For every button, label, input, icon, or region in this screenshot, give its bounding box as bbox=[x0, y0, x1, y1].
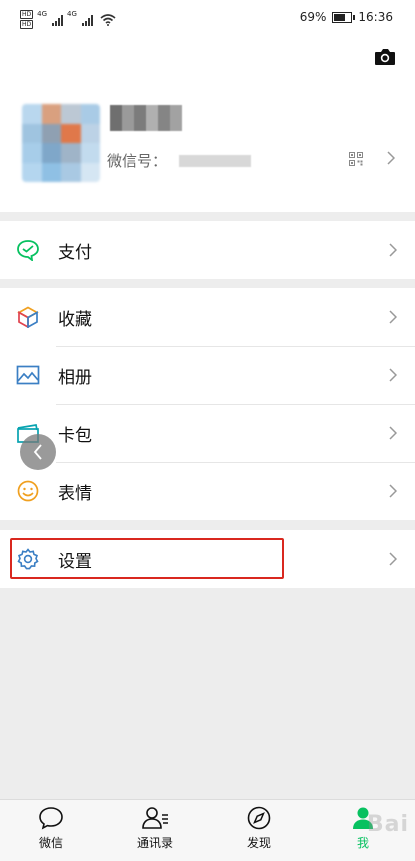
compass-icon bbox=[247, 806, 271, 830]
menu-label-pay: 支付 bbox=[58, 242, 92, 263]
avatar-tile bbox=[41, 104, 61, 124]
chevron-right-icon bbox=[389, 243, 397, 257]
nickname-tile bbox=[134, 105, 146, 131]
menu-label-cards: 卡包 bbox=[58, 425, 92, 446]
wechat-id-row[interactable]: 微信号： bbox=[107, 150, 252, 171]
menu-item-favorites[interactable]: 收藏 bbox=[0, 288, 415, 346]
tab-chats[interactable]: 微信 bbox=[11, 806, 91, 851]
network-type-1: 4G bbox=[37, 10, 48, 18]
avatar-tile bbox=[61, 143, 81, 163]
wechat-id-label: 微信号： bbox=[107, 152, 168, 170]
avatar-tile bbox=[22, 143, 42, 163]
wifi-icon bbox=[100, 13, 116, 26]
chevron-right-icon bbox=[389, 552, 397, 566]
avatar-tile bbox=[41, 162, 61, 182]
tab-label-discover: 发现 bbox=[246, 836, 271, 850]
chevron-right-icon bbox=[389, 310, 397, 324]
avatar-tile bbox=[80, 143, 100, 163]
network-type-2: 4G bbox=[67, 10, 77, 18]
album-image-icon bbox=[16, 365, 40, 385]
avatar-tile bbox=[22, 162, 42, 182]
profile-header[interactable]: 微信号： bbox=[0, 34, 415, 212]
menu-item-album[interactable]: 相册 bbox=[0, 346, 415, 404]
camera-icon[interactable] bbox=[374, 48, 396, 66]
status-right: 69% 16:36 bbox=[300, 10, 393, 24]
favorites-cube-icon bbox=[17, 306, 39, 328]
avatar-tile bbox=[22, 123, 42, 143]
settings-highlight-box bbox=[10, 538, 284, 579]
menu-label-album: 相册 bbox=[58, 367, 92, 388]
tab-contacts[interactable]: 通讯录 bbox=[115, 806, 195, 851]
floating-back-button[interactable] bbox=[20, 434, 56, 470]
pay-icon bbox=[17, 240, 39, 261]
nickname-tile bbox=[158, 105, 170, 131]
watermark-text: Bai bbox=[366, 812, 409, 837]
nickname-tile bbox=[146, 105, 158, 131]
hd-badge: HD HD bbox=[20, 10, 34, 29]
chevron-right-icon bbox=[389, 484, 397, 498]
battery-percent: 69% bbox=[299, 10, 327, 24]
avatar-tile bbox=[80, 104, 100, 124]
pay-group: 支付 bbox=[0, 221, 415, 279]
status-left: HD HD 4G 4G bbox=[20, 10, 116, 29]
avatar[interactable] bbox=[22, 104, 100, 182]
chat-bubble-icon bbox=[39, 807, 63, 830]
chevron-left-icon bbox=[33, 444, 42, 460]
menu-label-stickers: 表情 bbox=[58, 483, 92, 504]
avatar-tile bbox=[41, 123, 61, 143]
avatar-tile bbox=[22, 104, 42, 124]
tab-label-chats: 微信 bbox=[38, 836, 63, 850]
avatar-tile bbox=[80, 162, 100, 182]
avatar-tile bbox=[61, 162, 81, 182]
nickname-tile bbox=[122, 105, 134, 131]
avatar-tile bbox=[80, 123, 100, 143]
bottom-tab-bar: 微信 通讯录 发现 我 bbox=[0, 799, 415, 861]
menu-label-favorites: 收藏 bbox=[58, 309, 92, 330]
signal-icon-2 bbox=[81, 14, 93, 26]
nickname-tile bbox=[110, 105, 122, 131]
avatar-tile bbox=[41, 143, 61, 163]
menu-item-pay[interactable]: 支付 bbox=[0, 221, 415, 279]
status-bar: HD HD 4G 4G 69% 16:36 bbox=[0, 0, 415, 34]
tab-label-contacts: 通讯录 bbox=[136, 836, 173, 850]
nickname-tile bbox=[170, 105, 182, 131]
wechat-id-value bbox=[179, 154, 252, 167]
chevron-right-icon bbox=[387, 151, 395, 165]
avatar-tile bbox=[61, 104, 81, 124]
nickname bbox=[110, 105, 182, 131]
menu-item-stickers[interactable]: 表情 bbox=[0, 462, 415, 520]
chevron-right-icon bbox=[389, 426, 397, 440]
contacts-person-icon bbox=[142, 807, 168, 829]
chevron-right-icon bbox=[389, 368, 397, 382]
tab-discover[interactable]: 发现 bbox=[219, 806, 299, 851]
signal-icon-1 bbox=[52, 14, 64, 26]
qr-code-icon[interactable] bbox=[349, 152, 363, 166]
tools-group: 收藏 相册 卡包 表情 bbox=[0, 288, 415, 520]
menu-item-cards[interactable]: 卡包 bbox=[0, 404, 415, 462]
sticker-smiley-icon bbox=[17, 480, 39, 502]
avatar-tile bbox=[61, 123, 81, 143]
battery-icon bbox=[332, 11, 356, 23]
clock: 16:36 bbox=[358, 10, 393, 24]
